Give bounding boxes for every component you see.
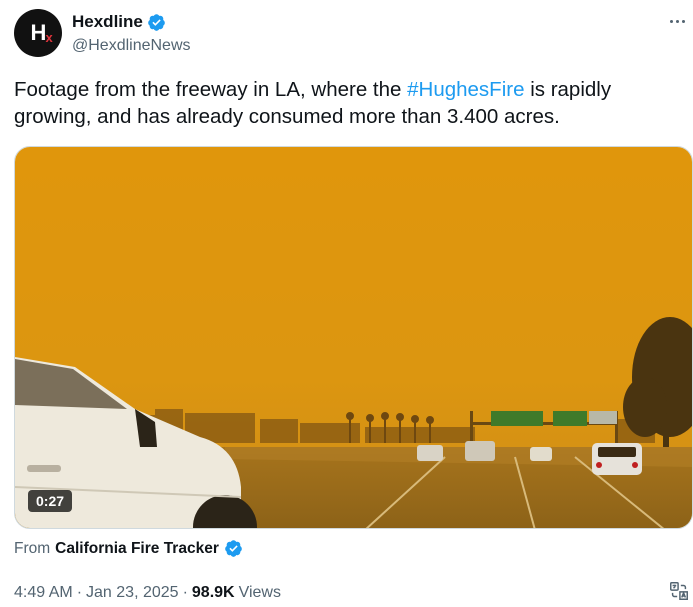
more-icon-dot <box>675 19 679 23</box>
author-avatar[interactable]: Hx <box>14 9 62 57</box>
source-account-link[interactable]: California Fire Tracker <box>55 540 219 558</box>
tweet-text-part: Footage from the freeway in LA, where th… <box>14 78 408 101</box>
author-name-row: Hexdline <box>72 12 166 32</box>
avatar-letter: H <box>30 20 47 45</box>
video-duration: 0:27 <box>28 490 73 512</box>
meta-separator: · <box>182 584 188 601</box>
views-label: Views <box>238 584 281 601</box>
verified-badge-icon <box>225 540 242 557</box>
meta-separator: · <box>76 584 83 601</box>
video-frame <box>15 147 692 528</box>
views-count: 98.9K <box>191 584 235 601</box>
tweet-time[interactable]: 4:49 AM <box>14 584 73 602</box>
more-options-button[interactable] <box>666 12 688 30</box>
from-label: From <box>14 539 51 557</box>
tweet-date[interactable]: Jan 23, 2025 <box>86 584 179 602</box>
tweet-meta: 4:49 AM · Jan 23, 2025 · 98.9K Views <box>14 584 281 602</box>
author-handle[interactable]: @HexdlineNews <box>72 37 191 55</box>
tweet-text: Footage from the freeway in LA, where th… <box>14 76 674 130</box>
translate-icon[interactable] <box>668 580 690 602</box>
video-player[interactable] <box>14 146 693 529</box>
hashtag-link[interactable]: #HughesFire <box>407 78 524 101</box>
verified-badge-icon <box>148 13 165 31</box>
avatar-accent: x <box>45 30 53 45</box>
more-icon-dot <box>681 19 685 23</box>
source-attribution: From California Fire Tracker <box>14 539 243 558</box>
more-icon <box>669 19 673 23</box>
author-display-name[interactable]: Hexdline <box>72 12 143 32</box>
avatar-logo: Hx <box>30 20 53 46</box>
